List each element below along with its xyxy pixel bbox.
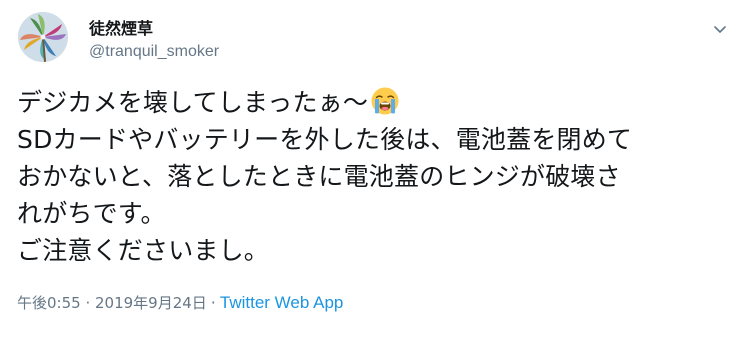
tweet-text: デジカメを壊してしまったぁ～ SDカードやバッテリーを外した後は、電池蓋を閉めて… <box>17 84 737 269</box>
tweet: 徒然煙草 @tranquil_smoker デジカメを壊してしまったぁ～ SDカ… <box>0 0 751 338</box>
more-options-caret[interactable] <box>711 20 729 38</box>
chevron-down-icon <box>714 26 726 33</box>
tweet-timestamp[interactable]: 午後0:55 · 2019年9月24日 <box>17 294 207 312</box>
tweet-text-body: SDカードやバッテリーを外した後は、電池蓋を閉めて おかないと、落としたときに電… <box>17 125 633 265</box>
user-handle[interactable]: @tranquil_smoker <box>89 41 219 63</box>
tweet-meta: 午後0:55 · 2019年9月24日 · Twitter Web App <box>17 292 343 314</box>
avatar[interactable] <box>18 12 68 62</box>
author-block: 徒然煙草 @tranquil_smoker <box>89 18 219 63</box>
tweet-text-line1: デジカメを壊してしまったぁ～ <box>17 88 369 117</box>
loudly-crying-face-icon <box>370 86 400 116</box>
display-name[interactable]: 徒然煙草 <box>89 18 219 40</box>
pinwheel-avatar-icon <box>18 12 68 62</box>
source-app-link[interactable]: Twitter Web App <box>220 293 343 312</box>
meta-separator: · <box>210 293 216 312</box>
